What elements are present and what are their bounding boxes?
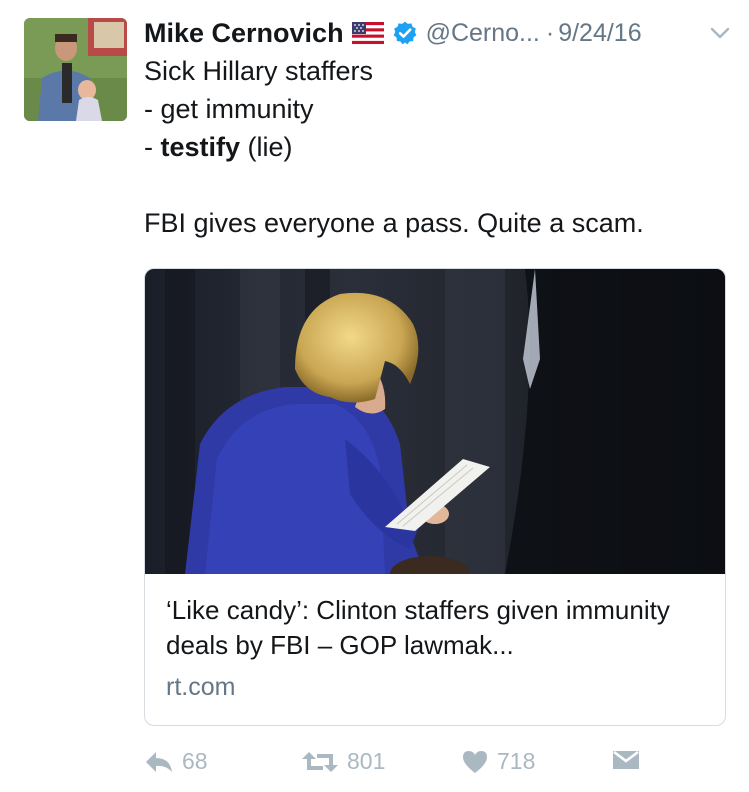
heart-icon (463, 750, 487, 773)
author-handle[interactable]: @Cerno... (426, 19, 540, 48)
envelope-icon (613, 751, 639, 769)
chevron-down-icon[interactable] (709, 22, 731, 44)
retweet-button[interactable]: 801 (301, 748, 385, 775)
card-title[interactable]: ‘Like candy’: Clinton staffers given imm… (166, 593, 711, 663)
tweet-text: Sick Hillary staffers - get immunity - t… (144, 52, 734, 242)
avatar-photo (24, 18, 127, 121)
tweet-header: Mike Cernovich @Cerno... · 9/24/16 (144, 16, 734, 50)
author-name[interactable]: Mike Cernovich (144, 18, 344, 49)
header-separator: · (545, 18, 555, 47)
tweet-date[interactable]: 9/24/16 (558, 19, 641, 48)
verified-badge-icon (392, 20, 418, 46)
tweet-text-blank-line (144, 166, 734, 204)
tweet-text-line: Sick Hillary staffers (144, 56, 374, 86)
us-flag-icon (351, 22, 384, 44)
reply-icon (146, 751, 172, 772)
tweet-text-line: FBI gives everyone a pass. Quite a scam. (144, 208, 644, 238)
retweet-icon (302, 751, 338, 772)
tweet-text-line: - get immunity (144, 94, 314, 124)
tweet-actions: 68 801 718 (144, 748, 734, 788)
card-image (145, 269, 725, 574)
like-button[interactable]: 718 (461, 748, 535, 775)
reply-button[interactable]: 68 (144, 748, 208, 775)
author-avatar[interactable] (24, 18, 127, 121)
reply-count: 68 (182, 748, 208, 774)
like-count: 718 (497, 748, 536, 774)
tweet-text-line: - testify (lie) (144, 132, 293, 162)
link-card[interactable]: ‘Like candy’: Clinton staffers given imm… (144, 268, 726, 726)
card-domain: rt.com (166, 673, 236, 701)
retweet-count: 801 (347, 748, 386, 774)
direct-message-button[interactable] (611, 748, 649, 772)
